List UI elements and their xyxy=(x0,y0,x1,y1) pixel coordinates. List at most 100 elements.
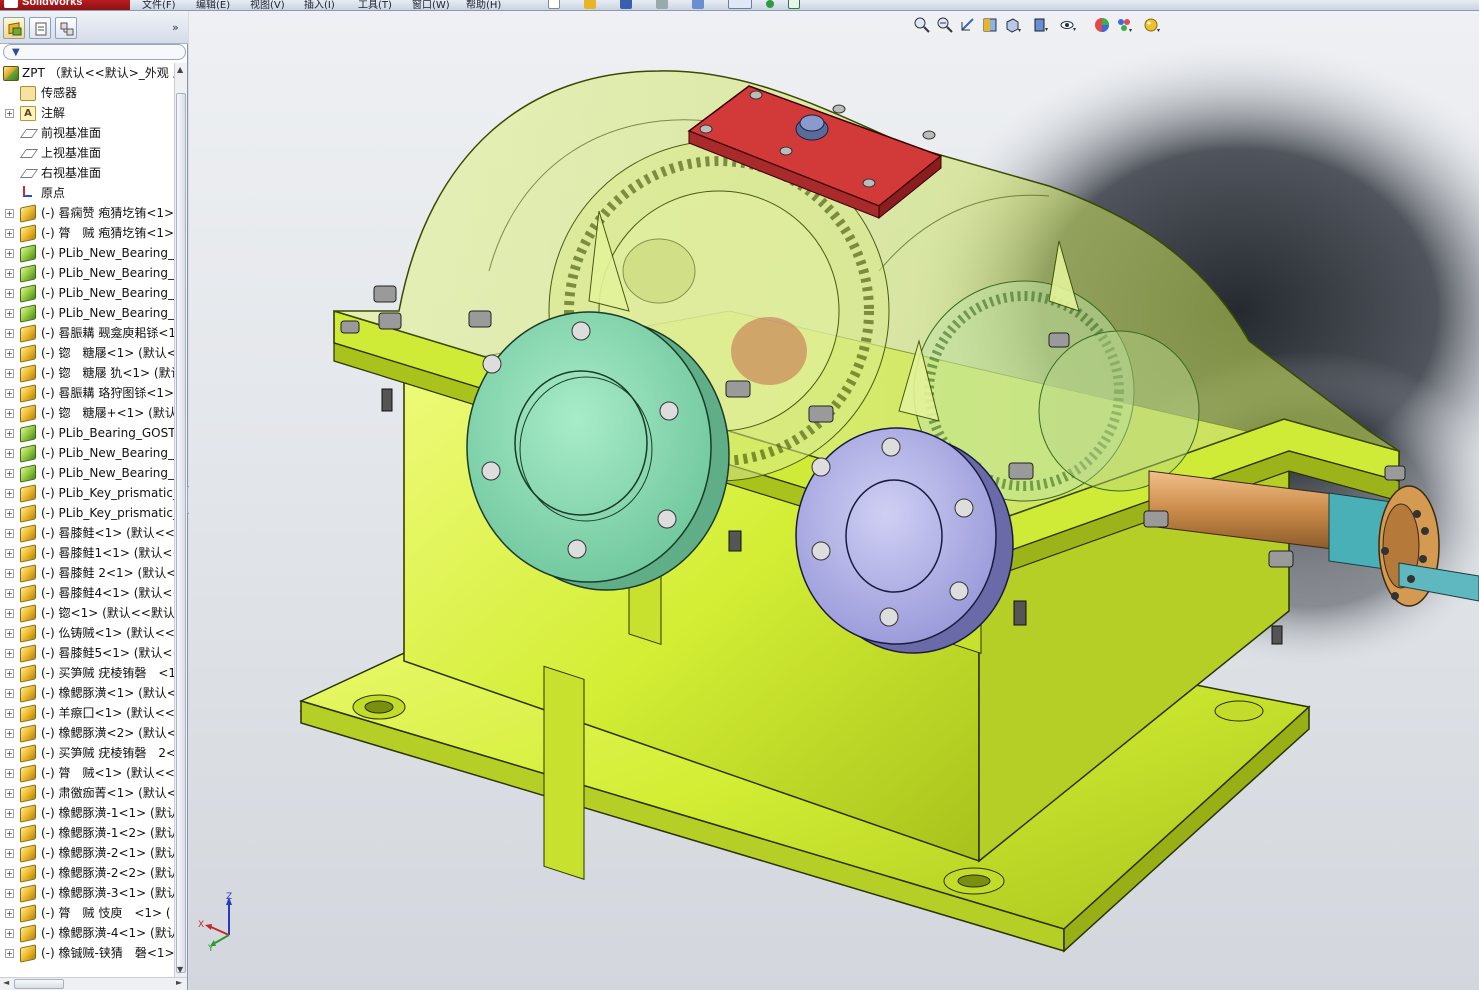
scroll-down-icon[interactable]: ▼ xyxy=(177,965,183,974)
configuration-manager-tab[interactable] xyxy=(55,17,77,39)
expand-toggle-icon[interactable]: + xyxy=(5,949,14,958)
expand-toggle-icon[interactable]: + xyxy=(5,789,14,798)
expand-toggle-icon[interactable]: + xyxy=(5,489,14,498)
expand-toggle-icon[interactable]: + xyxy=(5,249,14,258)
tree-item[interactable]: + (-) 橡铖贼-铗猜 磬<1> xyxy=(0,943,174,963)
expand-toggle-icon[interactable]: + xyxy=(5,509,14,518)
hscroll-thumb[interactable] xyxy=(14,979,64,989)
tree-item[interactable]: + (-) PLib_Key_prismatic_ xyxy=(0,483,174,503)
tree-item[interactable]: + (-) 橡鳃豚潢-4<1> (默认 xyxy=(0,923,174,943)
apply-scene-icon[interactable]: ▾ xyxy=(1115,16,1133,34)
tree-item[interactable]: + (-) 晷膝鲑 2<1> (默认< xyxy=(0,563,174,583)
display-style-icon[interactable]: ▾ xyxy=(1031,16,1049,34)
expand-toggle-icon[interactable]: + xyxy=(5,349,14,358)
expand-toggle-icon[interactable]: + xyxy=(5,709,14,718)
expand-toggle-icon[interactable]: + xyxy=(5,889,14,898)
scroll-thumb[interactable] xyxy=(176,93,186,973)
tree-item[interactable]: + (-) PLib_Bearing_GOST_ xyxy=(0,423,174,443)
expand-toggle-icon[interactable]: + xyxy=(5,829,14,838)
expand-toggle-icon[interactable]: + xyxy=(5,609,14,618)
property-manager-tab[interactable] xyxy=(29,17,51,39)
graphics-viewport[interactable]: ▾ ▾ ▾ ▾ ▾ Z X Y xyxy=(189,11,1479,990)
expand-toggle-icon[interactable]: + xyxy=(5,729,14,738)
tree-item[interactable]: 上视基准面 xyxy=(0,143,174,163)
tree-item[interactable]: + (-) 膂 贼<1> (默认<<默 xyxy=(0,763,174,783)
previous-view-icon[interactable] xyxy=(959,16,977,34)
tree-item[interactable]: + (-) PLib_Key_prismatic_ xyxy=(0,503,174,523)
tree-item[interactable]: + (-) 锪 糖屦<1> (默认< xyxy=(0,343,174,363)
scroll-up-icon[interactable]: ▲ xyxy=(177,65,183,74)
expand-toggle-icon[interactable]: + xyxy=(5,869,14,878)
tree-item[interactable]: + (-) 橡鳃豚潢-2<1> (默认 xyxy=(0,843,174,863)
tree-item[interactable]: + (-) 橡鳃豚潢-1<2> (默认 xyxy=(0,823,174,843)
menu-window[interactable]: 窗口(W) xyxy=(412,0,450,10)
view-settings-icon[interactable]: ▾ xyxy=(1143,16,1161,34)
expand-toggle-icon[interactable]: + xyxy=(5,449,14,458)
app-logo[interactable]: SolidWorks xyxy=(0,0,130,10)
expand-toggle-icon[interactable]: + xyxy=(5,849,14,858)
expand-toggle-icon[interactable]: + xyxy=(5,329,14,338)
tree-item[interactable]: + (-) PLib_New_Bearing_( xyxy=(0,463,174,483)
view-orientation-icon[interactable]: ▾ xyxy=(1003,16,1021,34)
tree-item[interactable]: + A 注解 xyxy=(0,103,174,123)
tree-item[interactable]: + (-) 买笋贼 疣棱铕磬 <1 xyxy=(0,663,174,683)
tree-horizontal-scrollbar[interactable]: ◄ ► xyxy=(0,977,187,990)
tree-item[interactable]: + (-) 锪 糖屦 犰<1> (默认 xyxy=(0,363,174,383)
tree-item[interactable]: + (-) 晷脤耩 觋龛庾耜铩<1 xyxy=(0,323,174,343)
zoom-to-fit-icon[interactable] xyxy=(913,16,931,34)
expand-toggle-icon[interactable]: + xyxy=(5,589,14,598)
select-icon[interactable] xyxy=(728,0,752,9)
menu-insert[interactable]: 插入(I) xyxy=(304,0,335,10)
tree-filter-input[interactable]: ▼ xyxy=(3,44,186,60)
tree-item[interactable]: + (-) 肃徼痂菁<1> (默认< xyxy=(0,783,174,803)
tree-item[interactable]: + (-) 橡鳃豚潢<2> (默认< xyxy=(0,723,174,743)
expand-toggle-icon[interactable]: + xyxy=(5,689,14,698)
tree-item[interactable]: + (-) 晷膝鲑<1> (默认<<默 xyxy=(0,523,174,543)
expand-toggle-icon[interactable]: + xyxy=(5,669,14,678)
collapse-panel-icon[interactable]: » xyxy=(172,21,179,34)
expand-toggle-icon[interactable]: + xyxy=(5,749,14,758)
rebuild-icon[interactable] xyxy=(766,0,774,8)
feature-manager-tab[interactable] xyxy=(3,17,25,39)
tree-item[interactable]: + (-) 橡鳃豚潢-3<1> (默认 xyxy=(0,883,174,903)
tree-item[interactable]: + (-) 橡鳃豚潢<1> (默认< xyxy=(0,683,174,703)
expand-toggle-icon[interactable]: + xyxy=(5,529,14,538)
tree-item[interactable]: + (-) PLib_New_Bearing_( xyxy=(0,303,174,323)
tree-item[interactable]: + (-) 晷痫赞 疱猜圪铕<1> xyxy=(0,203,174,223)
tree-item[interactable]: + (-) 仫铸贼<1> (默认<<默 xyxy=(0,623,174,643)
tree-item[interactable]: + (-) PLib_New_Bearing_( xyxy=(0,443,174,463)
tree-item[interactable]: + (-) 橡鳃豚潢-1<1> (默认 xyxy=(0,803,174,823)
section-view-icon[interactable] xyxy=(981,16,999,34)
expand-toggle-icon[interactable]: + xyxy=(5,269,14,278)
expand-toggle-icon[interactable]: + xyxy=(5,809,14,818)
expand-toggle-icon[interactable]: + xyxy=(5,369,14,378)
open-icon[interactable] xyxy=(584,0,596,9)
expand-toggle-icon[interactable]: + xyxy=(5,569,14,578)
tree-item[interactable]: + (-) 橡鳃豚潢-2<2> (默认 xyxy=(0,863,174,883)
expand-toggle-icon[interactable]: + xyxy=(5,629,14,638)
menu-tools[interactable]: 工具(T) xyxy=(358,0,392,10)
expand-toggle-icon[interactable]: + xyxy=(5,229,14,238)
expand-toggle-icon[interactable]: + xyxy=(5,429,14,438)
expand-toggle-icon[interactable]: + xyxy=(5,649,14,658)
menu-file[interactable]: 文件(F) xyxy=(142,0,176,10)
save-icon[interactable] xyxy=(620,0,632,9)
scroll-right-icon[interactable]: ► xyxy=(176,978,182,987)
tree-item[interactable]: + (-) 膂 贼 忮庾 <1> ( xyxy=(0,903,174,923)
zoom-to-area-icon[interactable] xyxy=(936,16,954,34)
expand-toggle-icon[interactable]: + xyxy=(5,469,14,478)
tree-item[interactable]: 右视基准面 xyxy=(0,163,174,183)
menu-help[interactable]: 帮助(H) xyxy=(466,0,501,10)
expand-toggle-icon[interactable]: + xyxy=(5,309,14,318)
options-icon[interactable] xyxy=(788,0,800,9)
expand-toggle-icon[interactable]: + xyxy=(5,389,14,398)
tree-item[interactable]: 前视基准面 xyxy=(0,123,174,143)
tree-item[interactable]: + (-) 晷膝鲑1<1> (默认<< xyxy=(0,543,174,563)
expand-toggle-icon[interactable]: + xyxy=(5,909,14,918)
tree-item[interactable]: + (-) 晷膝鲑4<1> (默认<< xyxy=(0,583,174,603)
tree-item[interactable]: + (-) 晷膝鲑5<1> (默认<< xyxy=(0,643,174,663)
tree-item[interactable]: + (-) 锪 糖屦+<1> (默认 xyxy=(0,403,174,423)
tree-item[interactable]: 原点 xyxy=(0,183,174,203)
expand-toggle-icon[interactable]: + xyxy=(5,209,14,218)
tree-root[interactable]: ZPT （默认<<默认>_外观 显 xyxy=(0,63,174,83)
